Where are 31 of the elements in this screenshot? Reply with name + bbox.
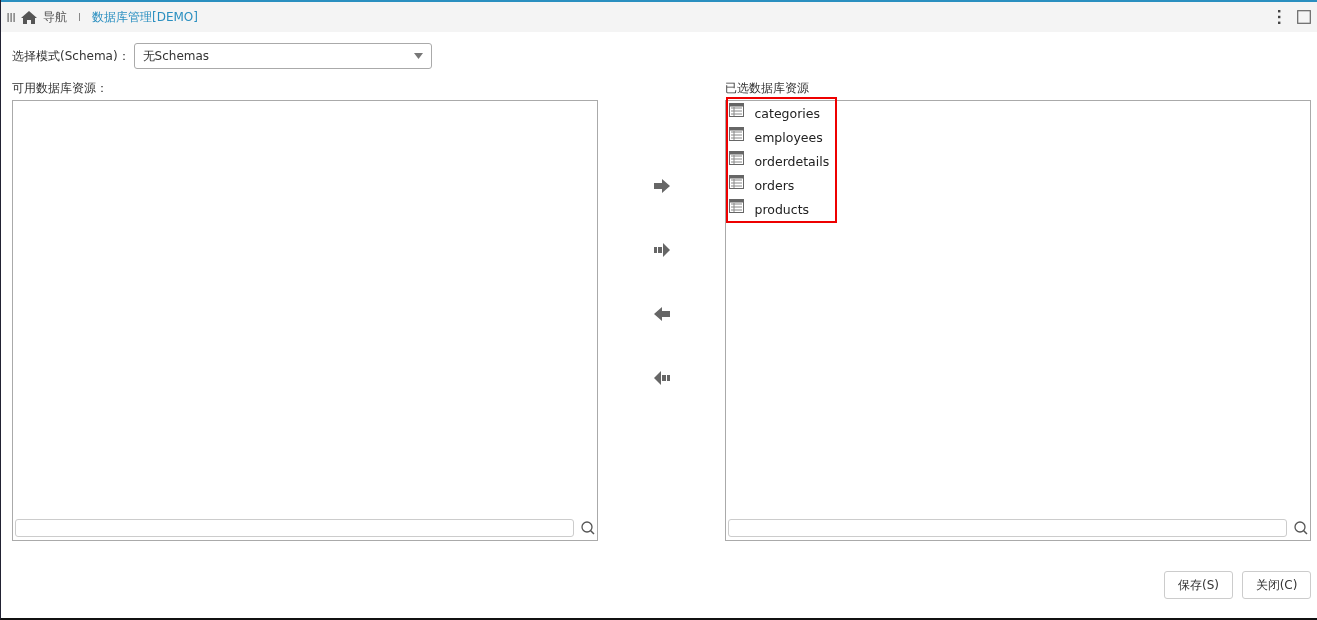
arrow-right-icon[interactable] xyxy=(653,179,670,193)
schema-label: 选择模式(Schema)： xyxy=(12,47,130,65)
double-arrow-right-icon[interactable] xyxy=(653,243,670,257)
list-item[interactable]: orderdetails xyxy=(728,149,830,173)
list-item[interactable]: orders xyxy=(728,173,830,197)
dialog-button[interactable]: 保存(S) xyxy=(1164,571,1233,599)
filter-field[interactable] xyxy=(15,519,574,537)
filter-field[interactable] xyxy=(728,519,1287,537)
double-arrow-left-icon[interactable] xyxy=(653,371,670,385)
more-icon[interactable] xyxy=(1277,10,1281,24)
search-icon[interactable] xyxy=(580,521,595,535)
table-icon xyxy=(729,151,745,165)
caret-icon xyxy=(413,53,423,59)
arrow-left-icon[interactable] xyxy=(653,307,670,321)
panel-title: 可用数据库资源： xyxy=(12,79,109,97)
breadcrumb-current: 数据库管理[DEMO] xyxy=(92,8,198,26)
search-icon[interactable] xyxy=(1294,521,1308,535)
table-icon xyxy=(729,199,745,213)
breadcrumb-link[interactable]: 导航 xyxy=(43,8,67,26)
dialog-button[interactable]: 关闭(C) xyxy=(1242,571,1311,599)
menu-icon[interactable] xyxy=(7,12,15,22)
table-icon xyxy=(729,127,745,141)
list-item[interactable]: products xyxy=(728,197,830,221)
table-icon xyxy=(729,175,745,189)
schema-dropdown[interactable]: 无Schemas xyxy=(133,43,432,69)
panel-title: 已选数据库资源 xyxy=(725,79,811,97)
list-item[interactable]: categories xyxy=(728,101,830,125)
list-item[interactable]: employees xyxy=(728,125,830,149)
table-icon xyxy=(729,103,745,117)
maximize-icon[interactable] xyxy=(1297,10,1311,24)
home-icon[interactable] xyxy=(21,10,37,24)
